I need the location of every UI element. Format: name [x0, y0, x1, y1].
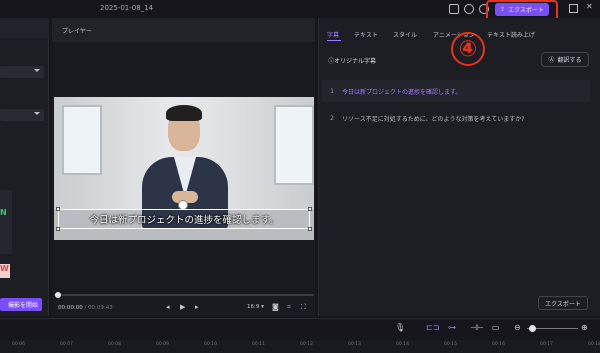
playback-scrubber[interactable] — [54, 294, 314, 296]
tab-subtitles[interactable]: 字幕 — [327, 30, 339, 39]
timeline-tick-label: 00:14 — [396, 342, 409, 347]
translate-icon: Ⓐ — [548, 57, 555, 64]
left-panel-header — [0, 18, 49, 38]
aspect-ratio-label: 16:9 — [247, 304, 260, 310]
resize-handle[interactable] — [56, 227, 60, 231]
chevron-down-icon — [34, 112, 40, 115]
timeline-tick-label: 00:06 — [12, 342, 25, 347]
subtitle-index: 2 — [330, 114, 334, 122]
subtitle-text: 今日は新プロジェクトの進捗を確認します。 — [89, 215, 279, 226]
translate-label: 翻訳する — [557, 57, 582, 64]
timecode: 00:00:00 / 00:09:43 — [58, 305, 113, 311]
timeline-tick-label: 00:07 — [60, 342, 73, 347]
fullscreen-icon[interactable]: ⛶ — [301, 303, 306, 312]
split-icon[interactable]: ⊏⊐ — [426, 323, 439, 333]
player-title: プレイヤー — [62, 28, 92, 35]
timeline-tick-label: 00:10 — [204, 342, 217, 347]
step-number-marker: ④ — [451, 32, 485, 66]
timeline-tick-label: 00:17 — [540, 342, 553, 347]
translate-button[interactable]: Ⓐ 翻訳する — [541, 52, 589, 67]
app-window: 2025-01-08_14 ⇪ エクスポート ✕ N W 撮影を開始 プレイヤー… — [0, 0, 600, 353]
zoom-slider-knob[interactable] — [529, 325, 536, 332]
panel-export-button[interactable]: エクスポート — [538, 296, 588, 310]
zoom-in-icon[interactable]: ⊕ — [581, 323, 591, 333]
link-icon[interactable]: ⊶ — [448, 323, 458, 333]
message-icon[interactable] — [449, 4, 459, 14]
caption-icon[interactable]: ▭ — [492, 323, 502, 333]
screenshot-icon[interactable]: ◙ — [272, 303, 279, 311]
thumb-letter-w: W — [0, 264, 10, 278]
trim-icon[interactable]: ⊣⊢ — [470, 323, 484, 333]
timeline-tick-label: 00:13 — [348, 342, 361, 347]
tab-style[interactable]: スタイル — [393, 30, 417, 39]
subtitle-row-text: リソース不足に対処するために、どのような対策を考えていますか? — [342, 115, 525, 123]
active-tab-indicator — [327, 40, 341, 41]
left-card — [0, 190, 12, 254]
left-dropdown-2[interactable] — [0, 109, 44, 121]
grid-icon[interactable]: ⌗ — [287, 303, 291, 312]
subtitle-row[interactable]: 2 リソース不足に対処するために、どのような対策を考えていますか? — [322, 107, 590, 129]
scrubber-knob[interactable] — [55, 292, 61, 298]
timeline-tick-label: 00:09 — [156, 342, 169, 347]
tab-text-to-speech[interactable]: テキスト読み上げ — [487, 30, 535, 39]
tab-text[interactable]: テキスト — [354, 30, 378, 39]
timeline-tick-label: 00:12 — [300, 342, 313, 347]
prev-frame-icon[interactable]: ◂ — [166, 303, 170, 311]
close-icon[interactable]: ✕ — [586, 2, 595, 11]
zoom-out-icon[interactable]: ⊖ — [514, 323, 524, 333]
download-icon[interactable] — [464, 4, 474, 14]
resize-handle[interactable] — [308, 227, 312, 231]
subtitle-overlay[interactable]: 今日は新プロジェクトの進捗を確認します。 — [56, 207, 312, 231]
resize-handle[interactable] — [308, 207, 312, 211]
person-hair — [166, 105, 202, 121]
start-recording-button[interactable]: 撮影を開始 — [0, 298, 42, 311]
subtitle-row-text: 今日は新プロジェクトの進捗を確認します。 — [342, 88, 462, 96]
subtitle-row[interactable]: 1 今日は新プロジェクトの進捗を確認します。 — [322, 80, 590, 102]
project-title: 2025-01-08_14 — [100, 4, 154, 12]
video-window-left — [62, 105, 102, 175]
timeline-tick-label: 00:16 — [492, 342, 505, 347]
time-current: 00:00:00 — [58, 305, 83, 311]
left-dropdown-1[interactable] — [0, 66, 44, 78]
video-preview[interactable]: 今日は新プロジェクトの進捗を確認します。 — [54, 97, 314, 240]
aspect-ratio-select[interactable]: 16:9 ▾ — [247, 304, 264, 310]
play-icon[interactable]: ▶ — [180, 303, 185, 311]
time-total: 00:09:43 — [88, 305, 113, 311]
timeline-tick-label: 00:18 — [588, 342, 600, 347]
subtitle-index: 1 — [330, 87, 334, 95]
chevron-down-icon — [34, 69, 40, 72]
resize-handle[interactable] — [56, 207, 60, 211]
microphone-icon[interactable]: 🎙 — [395, 323, 405, 333]
original-subtitles-heading: ⓘオリジナル字幕 — [328, 58, 377, 65]
video-window-right — [274, 105, 314, 185]
timeline-tick-label: 00:11 — [252, 342, 265, 347]
timeline-tick-label: 00:08 — [108, 342, 121, 347]
window-icon[interactable] — [569, 4, 578, 13]
next-frame-icon[interactable]: ▸ — [195, 303, 199, 311]
timeline-tick-label: 00:15 — [444, 342, 457, 347]
thumb-letter-n: N — [0, 208, 7, 217]
